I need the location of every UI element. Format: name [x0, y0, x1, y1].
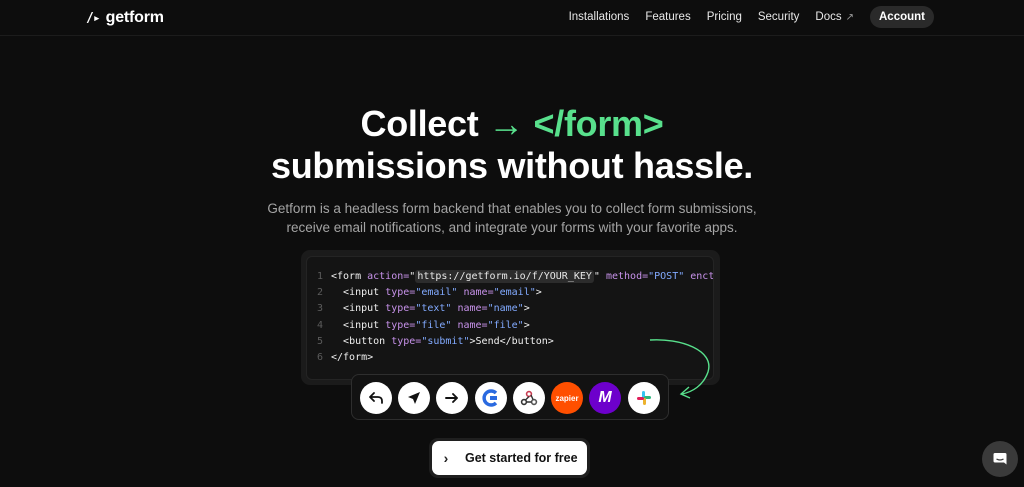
getform-logo[interactable]: /▸ getform — [86, 9, 164, 27]
code-token: name= — [457, 287, 494, 299]
code-token: "text" — [415, 303, 452, 315]
code-token: action= — [367, 271, 410, 282]
code-token: name= — [451, 303, 488, 315]
code-token: <input — [343, 287, 386, 299]
logo-mark-icon: /▸ — [86, 10, 101, 26]
webhook-icon[interactable] — [513, 382, 545, 414]
action-url[interactable]: https://getform.io/f/YOUR_KEY — [415, 270, 594, 283]
code-token: "name" — [487, 303, 524, 315]
hero-subtitle-line1: Getform is a headless form backend that … — [267, 201, 757, 216]
code-token: type= — [385, 319, 416, 331]
code-token: type= — [391, 335, 422, 347]
code-token: <input — [343, 303, 386, 315]
code-token: <button — [343, 335, 392, 347]
top-navigation: /▸ getform Installations Features Pricin… — [0, 0, 1024, 36]
line-number: 3 — [317, 303, 324, 315]
code-token: </button> — [499, 335, 554, 347]
code-line: 3 <input type="text" name="name"> — [317, 301, 713, 317]
get-started-button[interactable]: › Get started for free — [432, 441, 587, 475]
zapier-logo-icon[interactable]: zapier — [551, 382, 583, 414]
code-token: </form> — [331, 352, 374, 364]
line-number: 4 — [317, 319, 324, 331]
arrow-right-icon[interactable] — [436, 382, 468, 414]
chat-widget-button[interactable] — [982, 441, 1018, 477]
code-token: > — [535, 287, 542, 299]
hero-title: Collect → </form> submissions without ha… — [0, 103, 1024, 187]
make-logo-icon[interactable]: M — [589, 382, 621, 414]
line-number: 2 — [317, 287, 324, 299]
code-line: 2 <input type="email" name="email"> — [317, 285, 713, 301]
send-icon[interactable] — [398, 382, 430, 414]
zapier-label: zapier — [555, 393, 579, 403]
code-token: method= — [599, 271, 649, 282]
code-token: "POST" — [648, 271, 685, 282]
nav-link-installations[interactable]: Installations — [569, 11, 630, 23]
google-sheets-logo-icon[interactable] — [475, 382, 507, 414]
hero-subtitle-line2: receive email notifications, and integra… — [286, 220, 738, 235]
hero-title-form-tag: </form> — [523, 103, 664, 144]
hero-subtitle: Getform is a headless form backend that … — [0, 199, 1024, 237]
make-label: M — [598, 389, 612, 406]
integrations-bar: zapier M — [351, 374, 669, 420]
line-number: 6 — [317, 352, 324, 364]
external-link-icon: ↗ — [845, 11, 854, 23]
reply-icon[interactable] — [360, 382, 392, 414]
code-token: name= — [451, 319, 488, 331]
code-token: "email" — [493, 287, 536, 299]
nav-link-pricing[interactable]: Pricing — [707, 11, 742, 23]
nav-link-features[interactable]: Features — [645, 11, 690, 23]
hero-title-line1: Collect → </form> — [0, 103, 1024, 145]
code-token: "submit" — [421, 335, 470, 347]
code-token: "email" — [415, 287, 458, 299]
hero-title-line2: submissions without hassle. — [271, 145, 753, 186]
code-line: 1 <form action=" https://getform.io/f/YOUR… — [317, 269, 714, 285]
line-number: 5 — [317, 335, 324, 347]
slack-logo-icon[interactable] — [628, 382, 660, 414]
line-number: 1 — [317, 271, 324, 282]
code-token: > — [523, 319, 530, 331]
code-token: type= — [385, 303, 416, 315]
code-token: type= — [385, 287, 416, 299]
hero-title-collect: Collect — [360, 103, 489, 144]
nav-links: Installations Features Pricing Security … — [569, 6, 934, 28]
code-token: <input — [343, 319, 386, 331]
code-token: "file" — [487, 319, 524, 331]
code-token: enctype — [690, 271, 714, 282]
nav-link-security[interactable]: Security — [758, 11, 800, 23]
hero-title-arrow-icon: → — [488, 103, 524, 144]
get-started-label: Get started for free — [465, 451, 578, 465]
nav-link-docs-label: Docs — [815, 11, 842, 23]
chat-icon — [993, 453, 1007, 465]
code-token: "file" — [415, 319, 452, 331]
code-token: Send — [475, 335, 500, 347]
account-button[interactable]: Account — [870, 6, 934, 28]
chevron-right-icon: › — [443, 450, 449, 466]
code-token: > — [523, 303, 530, 315]
nav-link-docs[interactable]: Docs ↗ — [815, 11, 854, 23]
logo-text: getform — [105, 9, 164, 26]
code-token: <form — [331, 271, 368, 282]
